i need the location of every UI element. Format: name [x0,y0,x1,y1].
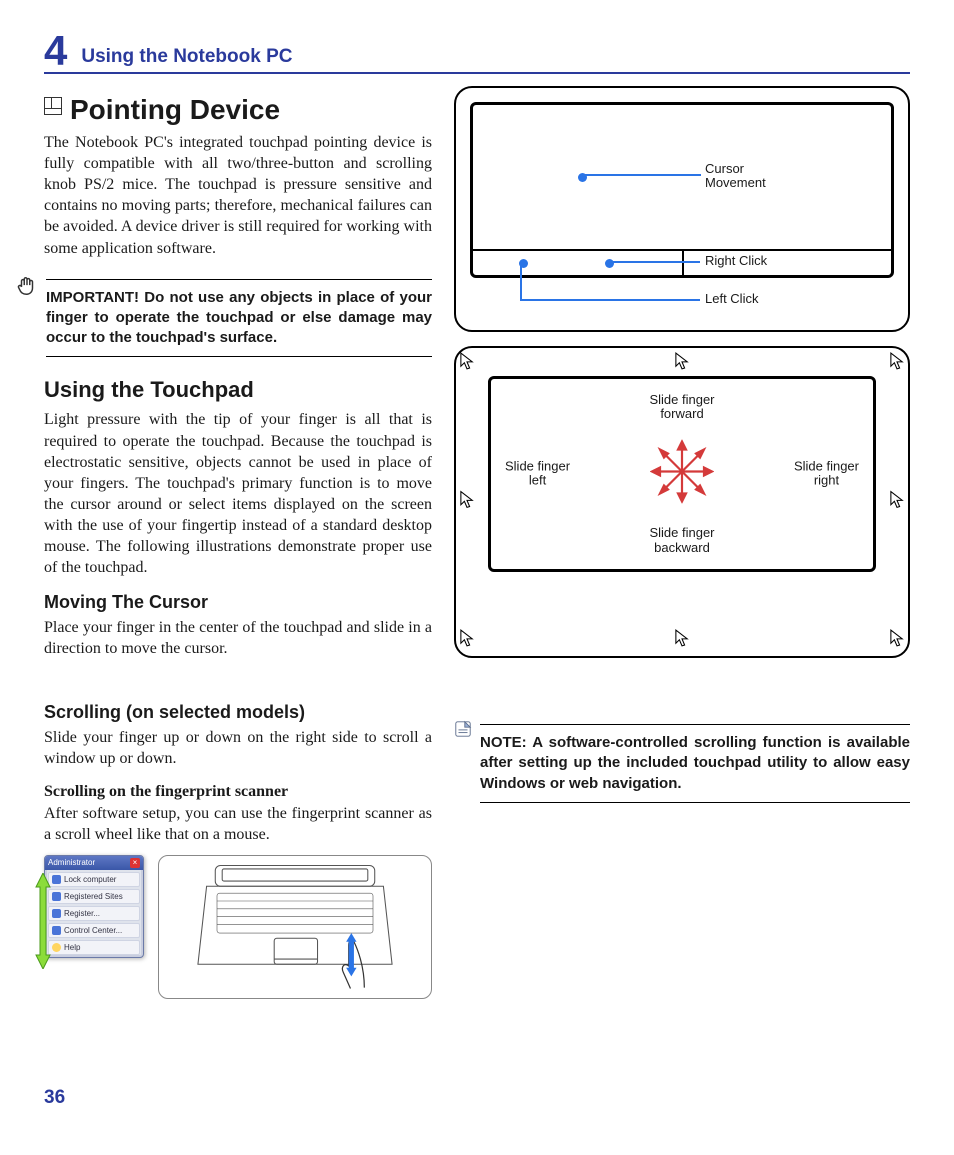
fp-scroll-paragraph: After software setup, you can use the fi… [44,803,432,845]
admin-item: Register... [48,906,140,921]
cursor-icon [675,629,689,652]
diagram-label: Cursor Movement [705,162,766,191]
diagram-label: Slide finger right [794,460,859,489]
section-title: Pointing Device [44,94,432,126]
diagram-label: Slide finger left [505,460,570,489]
direction-star-icon [650,440,714,509]
hand-stop-icon [16,275,38,302]
intro-paragraph: The Notebook PC's integrated touchpad po… [44,132,432,259]
admin-menu-figure: Administrator × Lock computer Registered… [44,855,144,999]
page-number: 36 [44,1087,65,1109]
cursor-icon [675,352,689,375]
moving-cursor-paragraph: Place your finger in the center of the t… [44,617,432,659]
diagram-label: Right Click [705,254,767,268]
close-icon: × [130,858,140,868]
admin-item: Help [48,940,140,955]
touchpad-directions-figure: Slide finger forward Slide finger backwa… [454,346,910,658]
moving-cursor-heading: Moving The Cursor [44,592,432,613]
cursor-icon [890,491,904,514]
chapter-title: Using the Notebook PC [81,46,292,68]
touchpad-section-icon [44,97,62,115]
cursor-icon [460,491,474,514]
diagram-label: Slide finger forward [649,393,714,422]
note-icon [454,720,472,743]
laptop-figure [158,855,432,999]
diagram-label: Slide finger backward [649,526,714,555]
cursor-icon [890,629,904,652]
using-touchpad-paragraph: Light pressure with the tip of your fing… [44,409,432,578]
scrolling-heading: Scrolling (on selected models) [44,702,432,723]
cursor-icon [460,629,474,652]
note-text: NOTE: A software-controlled scrolling fu… [480,724,910,803]
chapter-number: 4 [44,30,67,72]
scrolling-paragraph: Slide your finger up or down on the righ… [44,727,432,769]
scroll-arrow-icon [34,873,52,974]
figure-row: Administrator × Lock computer Registered… [44,855,432,999]
using-touchpad-heading: Using the Touchpad [44,377,432,403]
fp-scroll-heading: Scrolling on the fingerprint scanner [44,783,432,801]
admin-titlebar: Administrator × [45,856,143,870]
important-callout: IMPORTANT! Do not use any objects in pla… [16,273,432,378]
admin-item: Lock computer [48,872,140,887]
diagram-label: Left Click [705,292,758,306]
note-callout: NOTE: A software-controlled scrolling fu… [454,718,910,823]
cursor-icon [460,352,474,375]
chapter-header: 4 Using the Notebook PC [44,30,910,74]
cursor-icon [890,352,904,375]
touchpad-diagram-figure: Cursor Movement Right Click Left Click [454,86,910,332]
important-text: IMPORTANT! Do not use any objects in pla… [46,279,432,358]
admin-item: Registered Sites [48,889,140,904]
admin-item: Control Center... [48,923,140,938]
